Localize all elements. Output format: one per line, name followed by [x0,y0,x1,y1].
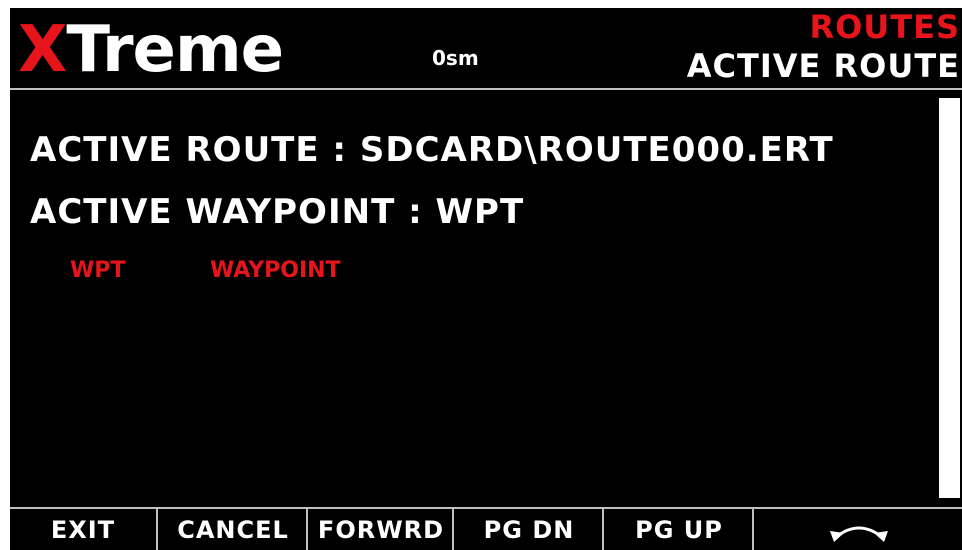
page-title: ACTIVE ROUTE [686,47,960,85]
waypoint-name: WAYPOINT [210,258,341,283]
header: XTreme 0sm ROUTES ACTIVE ROUTE [10,8,962,88]
active-waypoint-line: ACTIVE WAYPOINT : WPT [30,192,525,232]
page-section: ROUTES [809,8,960,46]
swap-button[interactable] [752,509,962,550]
active-route-line: ACTIVE ROUTE : SDCARD\ROUTE000.ERT [30,130,834,170]
softkey-bar: EXIT CANCEL FORWRD PG DN PG UP [10,509,962,550]
cancel-button[interactable]: CANCEL [156,509,308,550]
page-down-button[interactable]: PG DN [452,509,604,550]
exit-button[interactable]: EXIT [10,509,156,550]
distance-readout: 0sm [432,46,479,70]
page-up-button[interactable]: PG UP [602,509,754,550]
xtreme-logo: XTreme [18,13,284,87]
route-content: ACTIVE ROUTE : SDCARD\ROUTE000.ERT ACTIV… [10,90,938,500]
logo-x: X [18,13,67,87]
waypoint-id: WPT [70,258,126,283]
display-screen: XTreme 0sm ROUTES ACTIVE ROUTE ACTIVE RO… [10,8,962,550]
forward-button[interactable]: FORWRD [306,509,454,550]
swap-arrows-icon [830,526,888,542]
logo-text: Treme [66,13,284,87]
scrollbar[interactable] [939,98,960,498]
waypoint-list-item[interactable]: WPT WAYPOINT [10,256,610,286]
